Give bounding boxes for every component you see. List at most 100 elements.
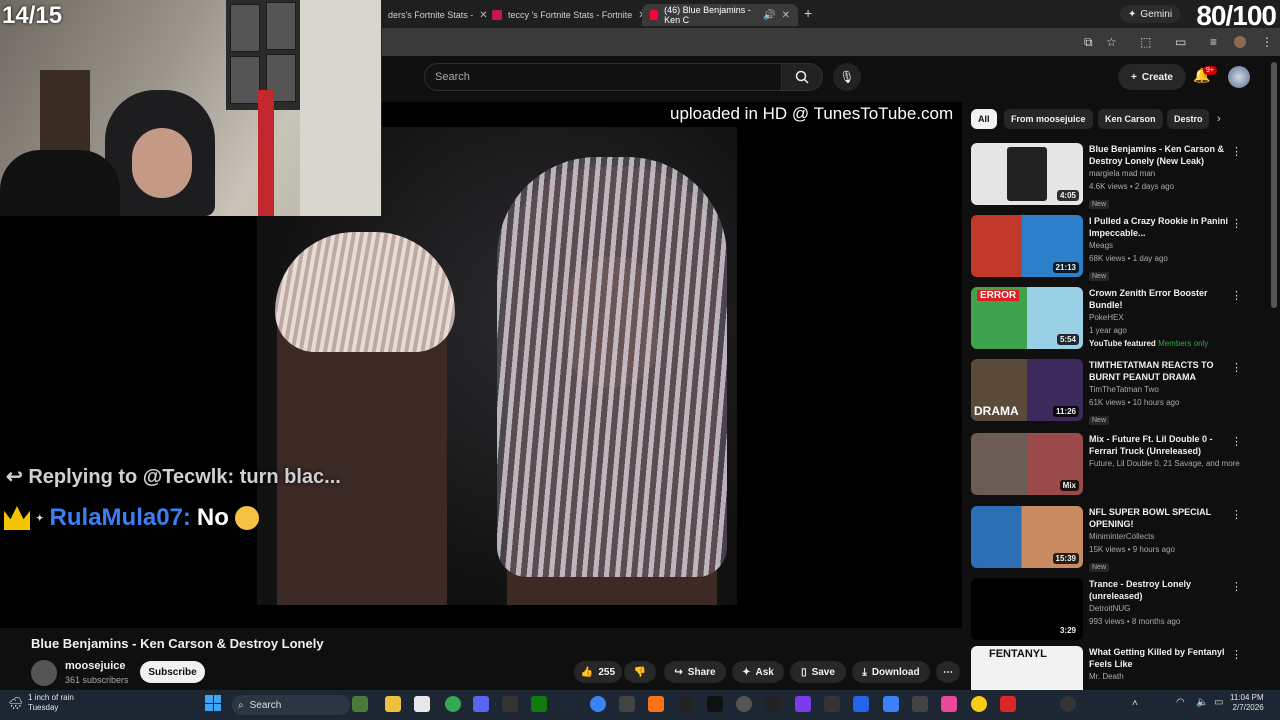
create-button[interactable]: + Create	[1118, 64, 1186, 90]
bookmark-star-icon[interactable]: ☆	[1106, 35, 1117, 49]
rec-title[interactable]: Blue Benjamins - Ken Carson & Destroy Lo…	[1089, 143, 1229, 167]
browser-tab-3-active[interactable]: (46) Blue Benjamins - Ken C 🔊 ✕	[642, 4, 798, 26]
video-thumbnail[interactable]: 21:13	[971, 215, 1083, 277]
chip-ken-carson[interactable]: Ken Carson	[1098, 109, 1163, 129]
install-icon[interactable]: ⧉	[1084, 35, 1093, 50]
steam-icon[interactable]	[560, 696, 576, 712]
wifi-icon[interactable]: ◠	[1176, 697, 1185, 708]
channel-name[interactable]: moosejuice	[65, 660, 126, 672]
extensions-icon[interactable]: ⬚	[1140, 35, 1151, 49]
kebab-menu-icon[interactable]: ⋮	[1231, 145, 1242, 158]
xbox-icon[interactable]	[531, 696, 547, 712]
media-icon[interactable]: ≡	[1210, 35, 1217, 49]
sidebar-icon[interactable]: ▭	[1175, 35, 1186, 49]
app-icon[interactable]	[619, 696, 635, 712]
tray-chevron-icon[interactable]: ˄	[1132, 698, 1138, 709]
app-icon[interactable]	[912, 696, 928, 712]
browser-tab-1[interactable]: ders's Fortnite Stats - ✕	[380, 4, 496, 26]
list-item[interactable]: FENTANYL What Getting Killed by Fentanyl…	[971, 646, 1251, 690]
page-scrollbar[interactable]	[1271, 62, 1277, 308]
share-button[interactable]: ↪ Share	[664, 661, 726, 683]
app-icon[interactable]	[883, 696, 899, 712]
list-item[interactable]: DRAMA 11:26 TIMTHETATMAN REACTS TO BURNT…	[971, 359, 1251, 425]
weather-widget[interactable]: 1 inch of rain Tuesday	[28, 693, 74, 713]
music-icon[interactable]	[941, 696, 957, 712]
calculator-icon[interactable]	[414, 696, 430, 712]
app-icon[interactable]	[678, 696, 694, 712]
list-item[interactable]: 3:29 Trance - Destroy Lonely (unreleased…	[971, 578, 1251, 642]
download-button[interactable]: ⤓ Download	[852, 661, 930, 683]
close-icon[interactable]: ✕	[782, 10, 790, 21]
app-icon[interactable]	[1000, 696, 1016, 712]
chip-all[interactable]: All	[971, 109, 997, 129]
list-item[interactable]: 4:05 Blue Benjamins - Ken Carson & Destr…	[971, 143, 1251, 209]
video-thumbnail[interactable]: 3:29	[971, 578, 1083, 640]
dislike-button[interactable]: 👎	[624, 661, 656, 683]
rec-title[interactable]: Crown Zenith Error Booster Bundle!	[1089, 287, 1229, 311]
taskbar-clock[interactable]: 11:04 PM 2/7/2026	[1230, 693, 1264, 713]
like-button[interactable]: 👍 255	[574, 661, 622, 683]
list-item[interactable]: 21:13 I Pulled a Crazy Rookie in Panini …	[971, 215, 1251, 281]
list-item[interactable]: Mix Mix - Future Ft. Lil Double 0 - Ferr…	[971, 433, 1251, 497]
epic-games-icon[interactable]	[502, 696, 518, 712]
rec-title[interactable]: Mix - Future Ft. Lil Double 0 - Ferrari …	[1089, 433, 1229, 457]
list-item[interactable]: ERROR 5:54 Crown Zenith Error Booster Bu…	[971, 287, 1251, 351]
search-input[interactable]: Search	[424, 63, 782, 91]
taskbar-search[interactable]: ⌕ Search	[232, 695, 350, 715]
gemini-button[interactable]: ✦ Gemini	[1120, 5, 1181, 23]
video-thumbnail[interactable]: 4:05	[971, 143, 1083, 205]
chip-destroy[interactable]: Destro	[1167, 109, 1209, 129]
kebab-menu-icon[interactable]: ⋮	[1231, 435, 1242, 448]
kebab-menu-icon[interactable]: ⋮	[1231, 217, 1242, 230]
account-avatar[interactable]	[1228, 66, 1250, 88]
volume-icon[interactable]: 🔈	[1196, 697, 1208, 708]
new-tab-button[interactable]: +	[804, 5, 812, 21]
chevron-right-icon[interactable]: ›	[1217, 113, 1221, 125]
app-icon[interactable]	[352, 696, 368, 712]
app-icon[interactable]	[1060, 696, 1076, 712]
video-thumbnail[interactable]: 15:39	[971, 506, 1083, 568]
kebab-menu-icon[interactable]: ⋮	[1231, 289, 1242, 302]
rec-title[interactable]: What Getting Killed by Fentanyl Feels Li…	[1089, 646, 1229, 670]
kebab-menu-icon[interactable]: ⋮	[1231, 508, 1242, 521]
video-thumbnail[interactable]: Mix	[971, 433, 1083, 495]
video-thumbnail[interactable]: FENTANYL	[971, 646, 1083, 690]
kebab-menu-icon[interactable]: ⋮	[1231, 580, 1242, 593]
rec-title[interactable]: I Pulled a Crazy Rookie in Panini Impecc…	[1089, 215, 1229, 239]
rec-title[interactable]: NFL SUPER BOWL SPECIAL OPENING!	[1089, 506, 1229, 530]
more-actions-button[interactable]: ⋯	[936, 661, 960, 683]
file-explorer-icon[interactable]	[385, 696, 401, 712]
voice-search-button[interactable]: 🎙	[833, 63, 861, 91]
chip-from-channel[interactable]: From moosejuice	[1004, 109, 1093, 129]
app-icon[interactable]	[648, 696, 664, 712]
app-icon[interactable]	[971, 696, 987, 712]
list-item[interactable]: 15:39 NFL SUPER BOWL SPECIAL OPENING! Mi…	[971, 506, 1251, 572]
video-thumbnail[interactable]: ERROR 5:54	[971, 287, 1083, 349]
channel-avatar[interactable]	[31, 660, 57, 686]
app-icon[interactable]	[853, 696, 869, 712]
search-button[interactable]	[781, 63, 823, 91]
profile-avatar[interactable]	[1234, 36, 1246, 48]
ask-button[interactable]: ✦ Ask	[732, 661, 784, 683]
app-icon[interactable]	[824, 696, 840, 712]
obs-icon[interactable]	[707, 696, 723, 712]
windows-start-icon[interactable]	[205, 695, 221, 711]
browser-tab-2[interactable]: teccy 's Fortnite Stats - Fortnite ✕	[484, 4, 655, 26]
rec-title[interactable]: TIMTHETATMAN REACTS TO BURNT PEANUT DRAM…	[1089, 359, 1229, 383]
save-button[interactable]: ▯ Save	[790, 661, 846, 683]
speaker-icon[interactable]: 🔊	[763, 10, 775, 21]
weather-icon[interactable]: 🌧	[8, 696, 23, 710]
battery-icon[interactable]: ▭	[1214, 697, 1223, 708]
kebab-menu-icon[interactable]: ⋮	[1261, 35, 1273, 49]
chrome-icon[interactable]	[445, 696, 461, 712]
app-icon[interactable]	[765, 696, 781, 712]
rec-title[interactable]: Trance - Destroy Lonely (unreleased)	[1089, 578, 1229, 602]
discord-icon[interactable]	[473, 696, 489, 712]
app-icon[interactable]	[795, 696, 811, 712]
browser-icon[interactable]	[590, 696, 606, 712]
video-thumbnail[interactable]: DRAMA 11:26	[971, 359, 1083, 421]
kebab-menu-icon[interactable]: ⋮	[1231, 648, 1242, 661]
subscribe-button[interactable]: Subscribe	[140, 661, 205, 683]
app-icon[interactable]	[736, 696, 752, 712]
kebab-menu-icon[interactable]: ⋮	[1231, 361, 1242, 374]
